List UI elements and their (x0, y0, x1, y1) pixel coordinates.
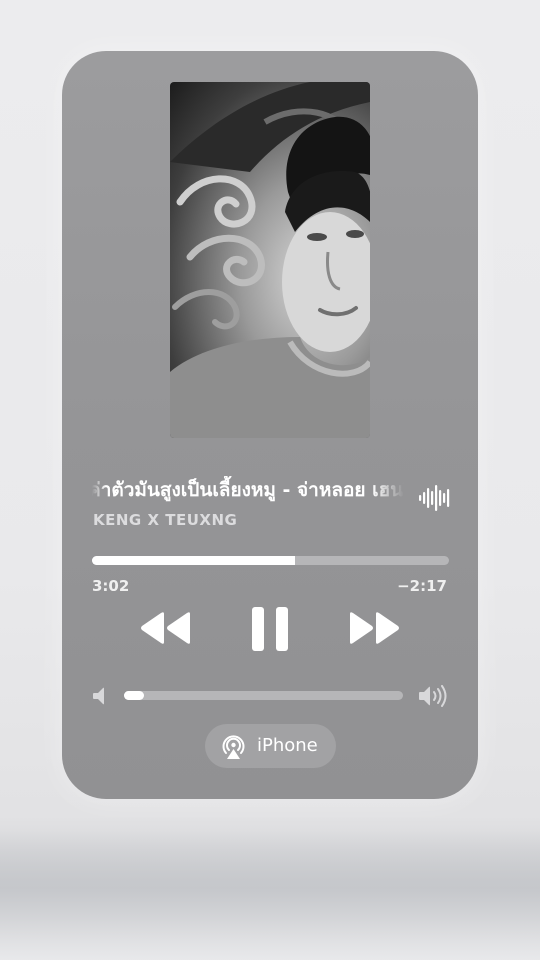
background-haze (0, 830, 540, 960)
speaker-high-icon (419, 685, 447, 707)
now-playing-card: ค่าตัวมันสูงเป็นเลี้ยงหมู - จ่าหลอย เฮนร… (62, 51, 478, 799)
playback-progress-fill (92, 556, 296, 565)
airplay-output-button[interactable]: iPhone (205, 724, 336, 768)
rewind-button[interactable] (140, 611, 192, 645)
speaker-low-icon (93, 687, 104, 705)
pause-icon (252, 607, 288, 651)
playback-scrubber[interactable] (92, 556, 449, 565)
song-title: ค่าตัวมันสูงเป็นเลี้ยงหมู - จ่าหลอย เฮนร… (92, 479, 404, 501)
elapsed-time: 3:02 (92, 577, 130, 595)
pause-button[interactable] (250, 606, 290, 652)
airplay-label: iPhone (257, 735, 318, 756)
album-artwork (170, 82, 370, 438)
backward-icon (141, 612, 190, 644)
airplay-icon (222, 735, 245, 759)
artist-name: KENG X TEUXNG (93, 511, 238, 529)
song-title-marquee: ค่าตัวมันสูงเป็นเลี้ยงหมู - จ่าหลอย เฮนร… (92, 476, 404, 504)
forward-icon (350, 612, 399, 644)
volume-level-fill (124, 691, 144, 700)
forward-button[interactable] (348, 611, 400, 645)
remaining-time: −2:17 (397, 577, 447, 595)
sound-wave-icon (419, 485, 450, 511)
volume-slider[interactable] (124, 691, 403, 700)
